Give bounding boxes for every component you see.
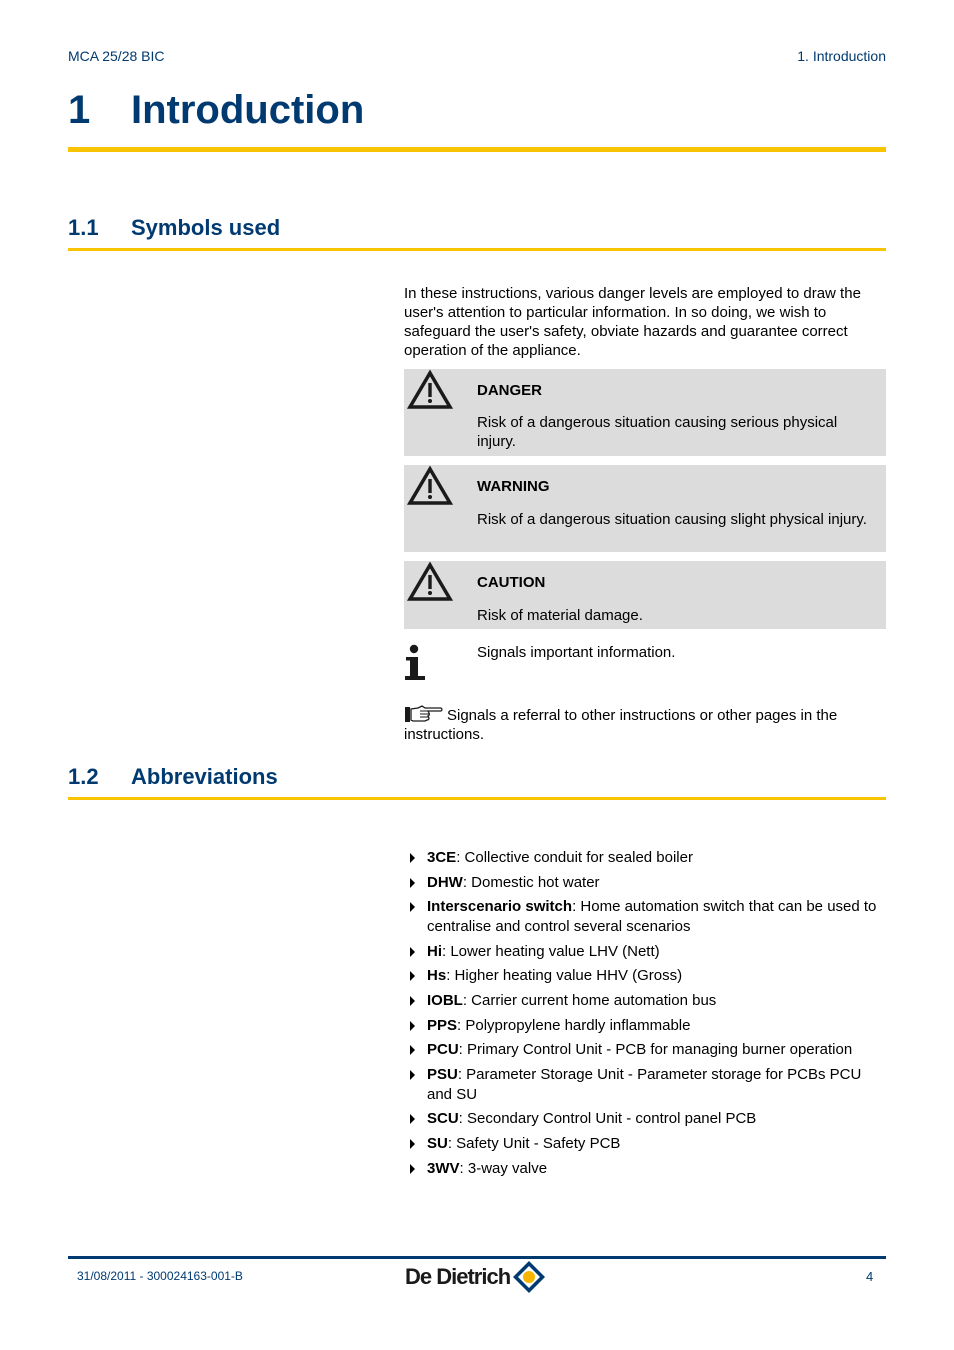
section-number: 1.1	[68, 215, 99, 240]
abbreviation-item: DHW: Domestic hot water	[404, 873, 890, 893]
abbreviation-definition: : 3-way valve	[459, 1159, 548, 1177]
header-section-ref: 1. Introduction	[797, 48, 886, 64]
referral-text: Signals a referral to other instructions…	[404, 707, 838, 743]
bullet-arrow-icon	[410, 971, 415, 982]
abbreviation-term: Hs	[427, 967, 447, 985]
section-title: Abbreviations	[131, 764, 278, 789]
abbreviation-term: IOBL	[427, 991, 463, 1009]
warning-triangle-icon	[407, 369, 453, 409]
abbreviation-item: Interscenario switch: Home automation sw…	[404, 897, 890, 937]
abbreviation-term: PSU	[427, 1065, 458, 1083]
abbreviation-term: PPS	[427, 1016, 458, 1034]
caution-title: CAUTION	[477, 574, 546, 591]
abbreviation-definition: : Polypropylene hardly inflammable	[457, 1016, 691, 1034]
abbreviation-item: Hs: Higher heating value HHV (Gross)	[404, 966, 890, 986]
abbreviation-definition: : Collective conduit for sealed boiler	[456, 849, 693, 866]
caution-text: Risk of material damage.	[477, 607, 643, 624]
info-icon	[405, 644, 425, 680]
bullet-arrow-icon	[410, 1114, 415, 1125]
abbreviation-item: 3WV: 3-way valve	[404, 1159, 890, 1179]
pointing-hand-icon	[405, 705, 443, 722]
abbreviation-term: SCU	[427, 1110, 459, 1128]
abbreviation-term: DHW	[427, 873, 463, 891]
bullet-arrow-icon	[410, 1138, 415, 1149]
chapter-rule	[68, 147, 886, 152]
abbreviation-definition: : Secondary Control Unit - control panel…	[458, 1110, 757, 1128]
abbreviation-term: 3WV	[427, 1159, 460, 1177]
danger-title: DANGER	[477, 382, 543, 399]
abbreviation-definition: : Lower heating value LHV (Nett)	[442, 942, 660, 960]
abbreviation-term: SU	[427, 1134, 448, 1152]
abbreviation-term: Hi	[427, 942, 442, 960]
abbreviation-definition: : Domestic hot water	[462, 873, 600, 891]
abbreviation-definition: : Primary Control Unit - PCB for managin…	[458, 1041, 853, 1059]
warning-triangle-icon	[407, 561, 453, 601]
header-doc-model: MCA 25/28 BIC	[68, 48, 165, 64]
section-number: 1.2	[68, 764, 99, 789]
warning-title: WARNING	[477, 478, 550, 495]
bullet-arrow-icon	[410, 1069, 415, 1080]
section-rule	[68, 797, 886, 800]
abbreviation-item: SU: Safety Unit - Safety PCB	[404, 1134, 890, 1154]
warning-box: WARNING Risk of a dangerous situation ca…	[404, 465, 886, 552]
page-number: 4	[866, 1269, 874, 1284]
bullet-arrow-icon	[410, 995, 415, 1006]
abbreviation-item: Hi: Lower heating value LHV (Nett)	[404, 942, 890, 962]
abbreviation-item: 3CE: Collective conduit for sealed boile…	[404, 848, 890, 868]
bullet-arrow-icon	[410, 1045, 415, 1056]
referral-note: Signals a referral to other instructions…	[404, 705, 888, 744]
abbreviation-item: PPS: Polypropylene hardly inflammable	[404, 1016, 890, 1036]
chapter-title-text: Introduction	[131, 88, 365, 132]
caution-box: CAUTION Risk of material damage.	[404, 561, 886, 629]
abbreviation-definition: : Safety Unit - Safety PCB	[447, 1134, 621, 1152]
section-heading-symbols: 1.1 Symbols used	[68, 215, 280, 241]
abbreviation-item: PSU: Parameter Storage Unit - Parameter …	[404, 1065, 890, 1105]
info-text: Signals important information.	[477, 644, 676, 661]
abbreviation-item: PCU: Primary Control Unit - PCB for mana…	[404, 1040, 890, 1060]
section-heading-abbreviations: 1.2 Abbreviations	[68, 764, 278, 790]
abbreviation-term: Interscenario switch	[427, 898, 573, 916]
warning-text: Risk of a dangerous situation causing sl…	[477, 511, 867, 528]
abbreviation-term: 3CE	[427, 849, 457, 866]
abbreviation-definition: : Carrier current home automation bus	[462, 991, 717, 1009]
abbreviation-item: SCU: Secondary Control Unit - control pa…	[404, 1109, 890, 1129]
bullet-arrow-icon	[410, 1163, 415, 1174]
danger-text: Risk of a dangerous situation causing se…	[477, 414, 838, 450]
abbreviation-term: PCU	[427, 1041, 459, 1059]
abbreviations-list: 3CE: Collective conduit for sealed boile…	[404, 848, 890, 1183]
chapter-title: 1 Introduction	[68, 88, 364, 133]
danger-box: DANGER Risk of a dangerous situation cau…	[404, 369, 886, 456]
bullet-arrow-icon	[410, 877, 415, 888]
warning-triangle-icon	[407, 465, 453, 505]
footer-doc-ref: 31/08/2011 - 300024163-001-B	[77, 1269, 243, 1283]
chapter-number: 1	[68, 88, 91, 132]
bullet-arrow-icon	[410, 946, 415, 957]
bullet-arrow-icon	[410, 853, 415, 863]
bullet-arrow-icon	[410, 902, 415, 913]
brand-wordmark: De Dietrich	[405, 1264, 511, 1289]
abbreviation-definition: : Parameter Storage Unit - Parameter sto…	[427, 1065, 862, 1103]
brand-diamond-icon	[513, 1261, 546, 1293]
footer-rule	[68, 1256, 886, 1259]
symbols-intro: In these instructions, various danger le…	[404, 285, 861, 359]
bullet-arrow-icon	[410, 1020, 415, 1031]
abbreviation-definition: : Higher heating value HHV (Gross)	[446, 967, 683, 985]
section-rule	[68, 248, 886, 251]
abbreviation-item: IOBL: Carrier current home automation bu…	[404, 991, 890, 1011]
section-title: Symbols used	[131, 215, 281, 240]
brand-logo: De Dietrich	[405, 1261, 546, 1293]
